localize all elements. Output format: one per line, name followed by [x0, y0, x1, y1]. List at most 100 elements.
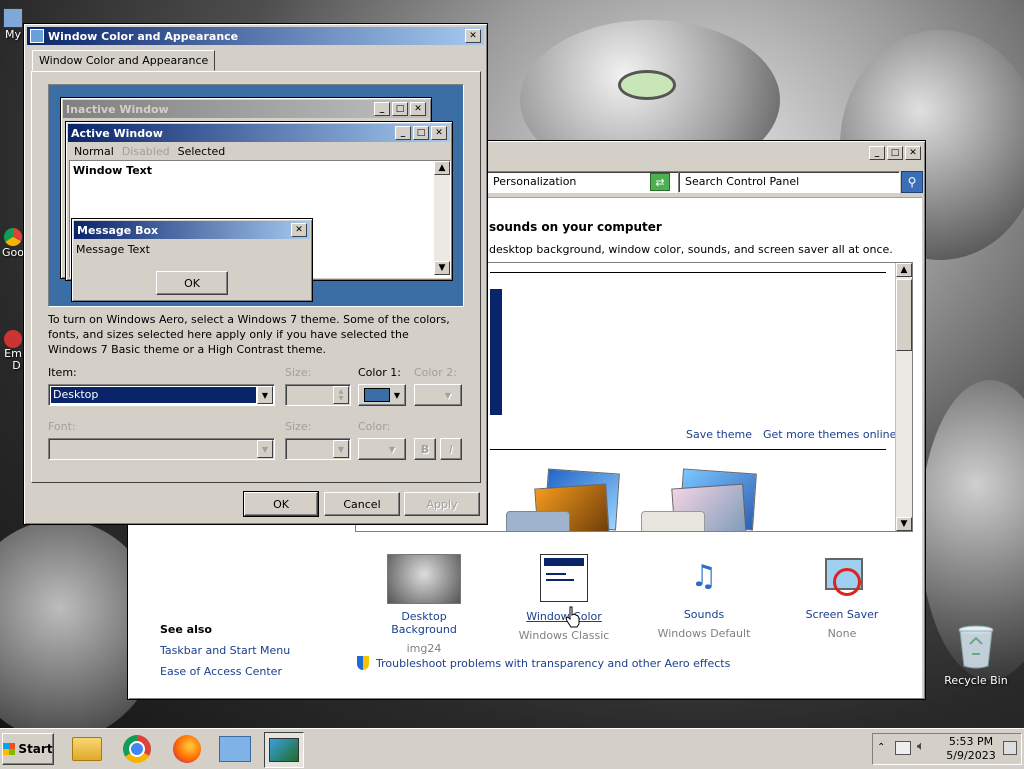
file-explorer-icon	[72, 737, 102, 761]
tile-screen-saver[interactable]: Screen Saver None	[787, 554, 897, 640]
dialog-titlebar[interactable]: Window Color and Appearance ✕	[27, 27, 484, 45]
color1-label: Color 1:	[358, 366, 401, 379]
chevron-down-icon: ▼	[393, 390, 401, 400]
font-dropdown[interactable]: ▼	[48, 438, 275, 460]
recycle-bin-icon	[958, 625, 994, 669]
volume-icon[interactable]: 🔈︎	[917, 739, 925, 754]
taskbar-chrome[interactable]	[118, 732, 156, 766]
see-also-title: See also	[160, 623, 212, 636]
screen-saver-icon	[819, 554, 865, 600]
chevron-down-icon: ▼	[444, 390, 452, 400]
ease-of-access-link[interactable]: Ease of Access Center	[160, 665, 282, 678]
preview-ok-button: OK	[156, 271, 228, 295]
theme-thumbnail[interactable]	[506, 468, 626, 531]
font-color-label: Color:	[358, 420, 391, 433]
preview-scrollbar: ▲ ▼	[434, 161, 450, 275]
taskbar-file-explorer[interactable]	[68, 732, 106, 766]
troubleshoot-link[interactable]: Troubleshoot problems with transparency …	[376, 657, 730, 670]
page-description: desktop background, window color, sounds…	[489, 243, 893, 256]
sounds-icon: ♫	[690, 559, 718, 594]
system-tray: ⌃ 🔈︎ 5:53 PM 5/9/2023	[872, 733, 1022, 765]
personalization-icon	[269, 738, 299, 762]
font-label: Font:	[48, 420, 76, 433]
control-panel-icon	[219, 736, 251, 762]
search-input[interactable]: Search Control Panel	[678, 171, 900, 193]
size-label: Size:	[285, 366, 312, 379]
apply-button[interactable]: Apply	[404, 492, 480, 516]
preview-menu: Normal Disabled Selected	[74, 145, 226, 158]
divider	[490, 272, 886, 273]
font-color-picker[interactable]: ▼	[358, 438, 406, 460]
app-icon	[4, 330, 22, 348]
color2-label: Color 2:	[414, 366, 457, 379]
taskbar-control-panel[interactable]	[216, 732, 254, 766]
spinner-icon[interactable]: ▲ ▼	[333, 386, 349, 404]
action-center-icon[interactable]	[1003, 741, 1017, 755]
shield-icon	[357, 656, 369, 670]
italic-button[interactable]: I	[440, 438, 462, 460]
taskbar: Start ⌃ 🔈︎ 5:53 PM 5/9/2023	[0, 728, 1024, 769]
minimize-button[interactable]: _	[869, 146, 885, 160]
refresh-icon[interactable]: ⇄	[650, 173, 670, 191]
font-size-dropdown[interactable]: ▼	[285, 438, 351, 460]
tile-desktop-background[interactable]: Desktop Background img24	[369, 554, 479, 655]
title-buttons: _ □ ✕	[867, 146, 921, 160]
color-swatch	[363, 388, 390, 402]
search-icon[interactable]: ⚲	[901, 171, 923, 193]
dialog-title: Window Color and Appearance	[48, 29, 239, 43]
scroll-thumb[interactable]	[896, 279, 912, 351]
firefox-icon	[173, 735, 201, 763]
chevron-down-icon[interactable]: ▼	[333, 440, 349, 458]
clock[interactable]: 5:53 PM 5/9/2023	[943, 735, 999, 763]
get-more-themes-link[interactable]: Get more themes online	[763, 428, 896, 441]
chevron-down-icon[interactable]: ▼	[257, 386, 273, 404]
dialog-app-icon	[30, 29, 44, 43]
page-title: sounds on your computer	[489, 220, 662, 234]
bold-button[interactable]: B	[414, 438, 436, 460]
taskbar-firefox[interactable]	[168, 732, 206, 766]
tab-window-color[interactable]: Window Color and Appearance	[32, 50, 216, 71]
item-label: Item:	[48, 366, 77, 379]
windows-logo-icon	[3, 743, 16, 755]
desktop-icon-recycle-bin[interactable]: Recycle Bin	[944, 624, 1008, 687]
preview-message-box: Message Box ✕ Message Text OK	[71, 218, 313, 302]
color1-picker[interactable]: ▼	[358, 384, 406, 406]
window-color-icon	[540, 554, 588, 602]
computer-icon	[3, 8, 23, 28]
maximize-button[interactable]: □	[887, 146, 903, 160]
theme-preview	[490, 289, 502, 415]
save-theme-link[interactable]: Save theme	[686, 428, 752, 441]
tile-window-color[interactable]: Window Color Windows Classic	[509, 554, 619, 642]
theme-thumbnail[interactable]	[641, 468, 771, 531]
divider	[490, 449, 886, 450]
window-color-dialog: Window Color and Appearance ✕ Window Col…	[23, 23, 488, 525]
taskbar-start-menu-link[interactable]: Taskbar and Start Menu	[160, 644, 290, 657]
scrollbar[interactable]: ▲ ▼	[895, 263, 912, 531]
close-button[interactable]: ✕	[465, 29, 481, 43]
desktop-icon-chrome[interactable]: Goo	[2, 228, 24, 259]
cancel-button[interactable]: Cancel	[324, 492, 400, 516]
scroll-up-button[interactable]: ▲	[896, 263, 912, 277]
wallpaper-shape	[618, 70, 676, 100]
network-icon[interactable]	[895, 741, 911, 755]
close-button[interactable]: ✕	[905, 146, 921, 160]
chevron-down-icon: ▼	[388, 444, 396, 454]
info-text: To turn on Windows Aero, select a Window…	[48, 313, 450, 356]
scroll-down-button[interactable]: ▼	[896, 517, 912, 531]
size-spinner[interactable]: ▲ ▼	[285, 384, 351, 406]
chrome-icon	[123, 735, 151, 763]
chrome-icon	[4, 228, 22, 246]
desktop-icon-app[interactable]: Em D	[2, 330, 24, 372]
tile-sounds[interactable]: ♫ Sounds Windows Default	[649, 554, 759, 640]
color2-picker[interactable]: ▼	[414, 384, 462, 406]
ok-button[interactable]: OK	[243, 491, 319, 517]
desktop-icon-computer[interactable]: My	[2, 8, 24, 41]
show-hidden-icons-icon[interactable]: ⌃	[877, 742, 885, 753]
desktop-background-icon	[387, 554, 461, 604]
chevron-down-icon[interactable]: ▼	[257, 440, 273, 458]
start-button[interactable]: Start	[2, 733, 54, 765]
hand-cursor-icon	[565, 606, 580, 628]
item-dropdown[interactable]: Desktop ▼	[48, 384, 275, 406]
appearance-preview: Inactive Window _ □ ✕ Active Window _ □ ✕ No…	[48, 84, 464, 307]
taskbar-personalization[interactable]	[264, 732, 304, 768]
